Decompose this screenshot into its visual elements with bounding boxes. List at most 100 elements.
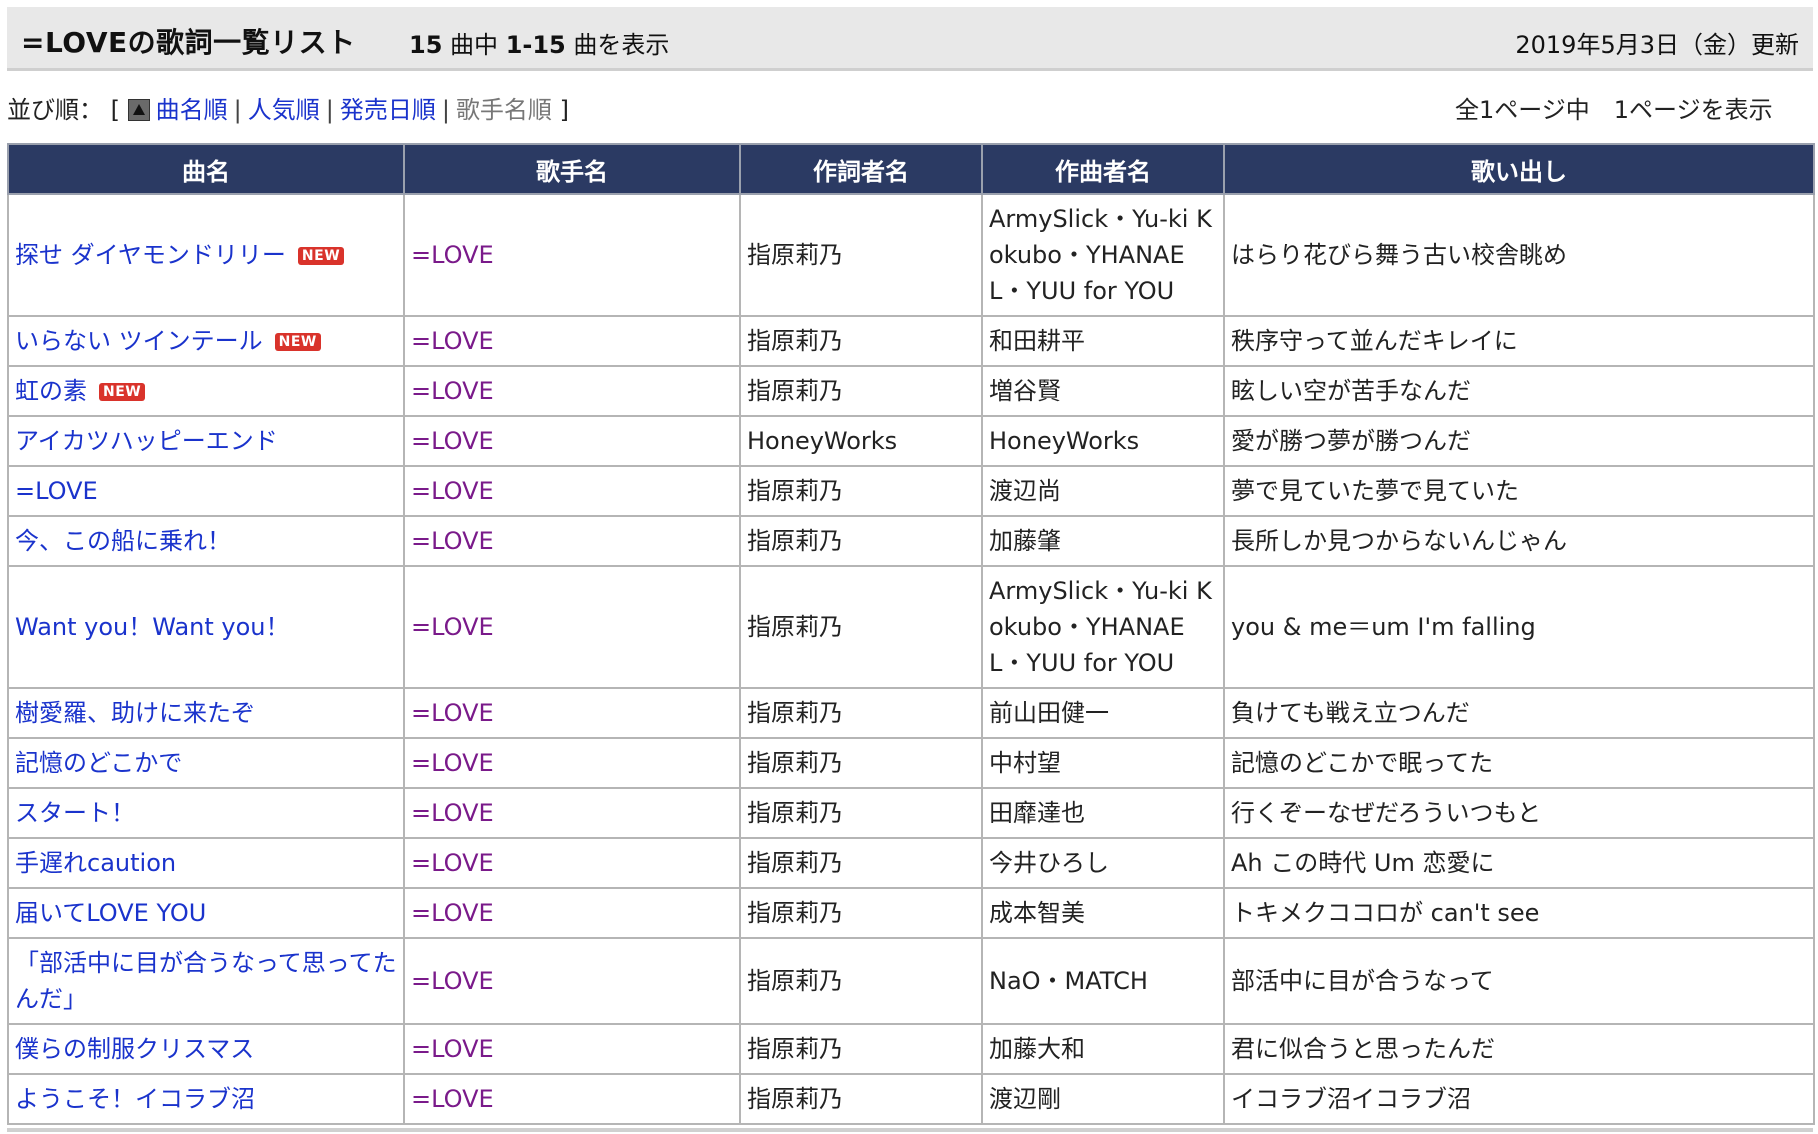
artist-cell: =LOVE xyxy=(403,937,741,1025)
artist-link[interactable]: =LOVE xyxy=(411,967,494,995)
composer-cell: ArmySlick・Yu-ki Kokubo・YHANAEL・YUU for Y… xyxy=(981,565,1225,689)
artist-link[interactable]: =LOVE xyxy=(411,241,494,269)
lyricist-cell: 指原莉乃 xyxy=(739,937,983,1025)
composer-cell: 今井ひろし xyxy=(981,837,1225,889)
song-title-link[interactable]: アイカツハッピーエンド xyxy=(15,427,278,455)
artist-link[interactable]: =LOVE xyxy=(411,327,494,355)
song-title-link[interactable]: Want you！Want you！ xyxy=(15,613,290,641)
song-title-cell: Want you！Want you！ xyxy=(7,565,405,689)
opening-lyric-cell: 負けても戦え立つんだ xyxy=(1223,687,1815,739)
lyricist-cell: 指原莉乃 xyxy=(739,465,983,517)
song-title-cell: =LOVE xyxy=(7,465,405,517)
composer-cell: 加藤大和 xyxy=(981,1023,1225,1075)
artist-link[interactable]: =LOVE xyxy=(411,377,494,405)
composer-cell: NaO・MATCH xyxy=(981,937,1225,1025)
column-header-composer[interactable]: 作曲者名 xyxy=(981,143,1225,195)
artist-link[interactable]: =LOVE xyxy=(411,613,494,641)
song-title-cell: いらない ツインテール NEW xyxy=(7,315,405,367)
sort-ascending-icon[interactable] xyxy=(127,99,150,121)
song-title-link[interactable]: 今、この船に乗れ！ xyxy=(15,527,231,555)
song-title-cell: 探せ ダイヤモンドリリー NEW xyxy=(7,193,405,317)
artist-link[interactable]: =LOVE xyxy=(411,477,494,505)
new-badge: NEW xyxy=(99,383,146,401)
table-row: ようこそ！イコラブ沼 =LOVE 指原莉乃 渡辺剛 イコラブ沼イコラブ沼 xyxy=(7,1073,1815,1125)
lyricist-cell: 指原莉乃 xyxy=(739,737,983,789)
song-title-cell: 記憶のどこかで xyxy=(7,737,405,789)
artist-link[interactable]: =LOVE xyxy=(411,899,494,927)
artist-cell: =LOVE xyxy=(403,1023,741,1075)
song-title-link[interactable]: 虹の素 xyxy=(15,377,87,405)
song-title-link[interactable]: ようこそ！イコラブ沼 xyxy=(15,1085,255,1113)
lyricist-cell: 指原莉乃 xyxy=(739,787,983,839)
song-title-link[interactable]: 樹愛羅、助けに来たぞ xyxy=(15,699,255,727)
artist-link[interactable]: =LOVE xyxy=(411,799,494,827)
song-title-cell: 届いてLOVE YOU xyxy=(7,887,405,939)
table-header-row: 曲名 歌手名 作詞者名 作曲者名 歌い出し xyxy=(7,143,1815,195)
lyrics-table: 曲名 歌手名 作詞者名 作曲者名 歌い出し 探せ ダイヤモンドリリー NEW =LO… xyxy=(7,143,1815,1125)
column-header-opening[interactable]: 歌い出し xyxy=(1223,143,1815,195)
artist-link[interactable]: =LOVE xyxy=(411,1035,494,1063)
lyricist-cell: 指原莉乃 xyxy=(739,365,983,417)
opening-lyric-cell: 眩しい空が苦手なんだ xyxy=(1223,365,1815,417)
opening-lyric-cell: Ah この時代 Um 恋愛に xyxy=(1223,837,1815,889)
artist-cell: =LOVE xyxy=(403,193,741,317)
opening-lyric-cell: 行くぞーなぜだろういつもと xyxy=(1223,787,1815,839)
new-badge: NEW xyxy=(274,333,321,351)
opening-lyric-cell: イコラブ沼イコラブ沼 xyxy=(1223,1073,1815,1125)
opening-lyric-cell: 長所しか見つからないんじゃん xyxy=(1223,515,1815,567)
song-title-cell: スタート！ xyxy=(7,787,405,839)
song-title-link[interactable]: 探せ ダイヤモンドリリー xyxy=(15,241,286,269)
artist-cell: =LOVE xyxy=(403,687,741,739)
composer-cell: 増谷賢 xyxy=(981,365,1225,417)
song-count-suffix: 曲を表示 xyxy=(573,31,670,59)
song-title-link[interactable]: 僕らの制服クリスマス xyxy=(15,1035,254,1063)
opening-lyric-cell: you & me＝um I'm falling xyxy=(1223,565,1815,689)
artist-link[interactable]: =LOVE xyxy=(411,527,494,555)
column-header-lyricist[interactable]: 作詞者名 xyxy=(739,143,983,195)
lyricist-cell: 指原莉乃 xyxy=(739,565,983,689)
song-title-link[interactable]: =LOVE xyxy=(15,477,98,505)
song-title-link[interactable]: 手遅れcaution xyxy=(15,849,176,877)
artist-cell: =LOVE xyxy=(403,365,741,417)
composer-cell: 成本智美 xyxy=(981,887,1225,939)
song-count-middle: 曲中 xyxy=(450,31,499,59)
song-count: 15 曲中 1-15 曲を表示 xyxy=(409,25,669,60)
artist-link[interactable]: =LOVE xyxy=(411,849,494,877)
divider: | xyxy=(233,96,242,124)
composer-cell: 中村望 xyxy=(981,737,1225,789)
updated-date: 2019年5月3日（金）更新 xyxy=(1515,31,1799,59)
composer-cell: 渡辺剛 xyxy=(981,1073,1225,1125)
artist-cell: =LOVE xyxy=(403,837,741,889)
song-title-cell: アイカツハッピーエンド xyxy=(7,415,405,467)
artist-link[interactable]: =LOVE xyxy=(411,1085,494,1113)
song-title-link[interactable]: 届いてLOVE YOU xyxy=(15,899,206,927)
table-row: 樹愛羅、助けに来たぞ =LOVE 指原莉乃 前山田健一 負けても戦え立つんだ xyxy=(7,687,1815,739)
song-title-link[interactable]: 「部活中に目が合うなって思ってたんだ」 xyxy=(15,949,397,1013)
song-title-link[interactable]: スタート！ xyxy=(15,799,135,827)
lyricist-cell: 指原莉乃 xyxy=(739,837,983,889)
lyricist-cell: 指原莉乃 xyxy=(739,887,983,939)
new-badge: NEW xyxy=(297,247,345,265)
column-header-title[interactable]: 曲名 xyxy=(7,143,405,195)
artist-link[interactable]: =LOVE xyxy=(411,699,494,727)
song-title-cell: 樹愛羅、助けに来たぞ xyxy=(7,687,405,739)
divider: | xyxy=(325,96,334,124)
artist-cell: =LOVE xyxy=(403,315,741,367)
composer-cell: 加藤肇 xyxy=(981,515,1225,567)
artist-link[interactable]: =LOVE xyxy=(411,427,494,455)
song-title-cell: 今、この船に乗れ！ xyxy=(7,515,405,567)
song-title-link[interactable]: 記憶のどこかで xyxy=(15,749,182,777)
song-title-link[interactable]: いらない ツインテール xyxy=(15,327,263,355)
table-row: =LOVE =LOVE 指原莉乃 渡辺尚 夢で見ていた夢で見ていた xyxy=(7,465,1815,517)
artist-link[interactable]: =LOVE xyxy=(411,749,494,777)
divider: | xyxy=(441,96,450,124)
column-header-artist[interactable]: 歌手名 xyxy=(403,143,741,195)
sort-by-release-link[interactable]: 発売日順 xyxy=(340,96,436,124)
opening-lyric-cell: 部活中に目が合うなって xyxy=(1223,937,1815,1025)
lyricist-cell: HoneyWorks xyxy=(739,415,983,467)
sort-by-title-link[interactable]: 曲名順 xyxy=(156,96,228,124)
composer-cell: 前山田健一 xyxy=(981,687,1225,739)
table-row: Want you！Want you！ =LOVE 指原莉乃 ArmySlick・Yu-… xyxy=(7,565,1815,689)
opening-lyric-cell: 愛が勝つ夢が勝つんだ xyxy=(1223,415,1815,467)
sort-by-popularity-link[interactable]: 人気順 xyxy=(248,96,320,124)
